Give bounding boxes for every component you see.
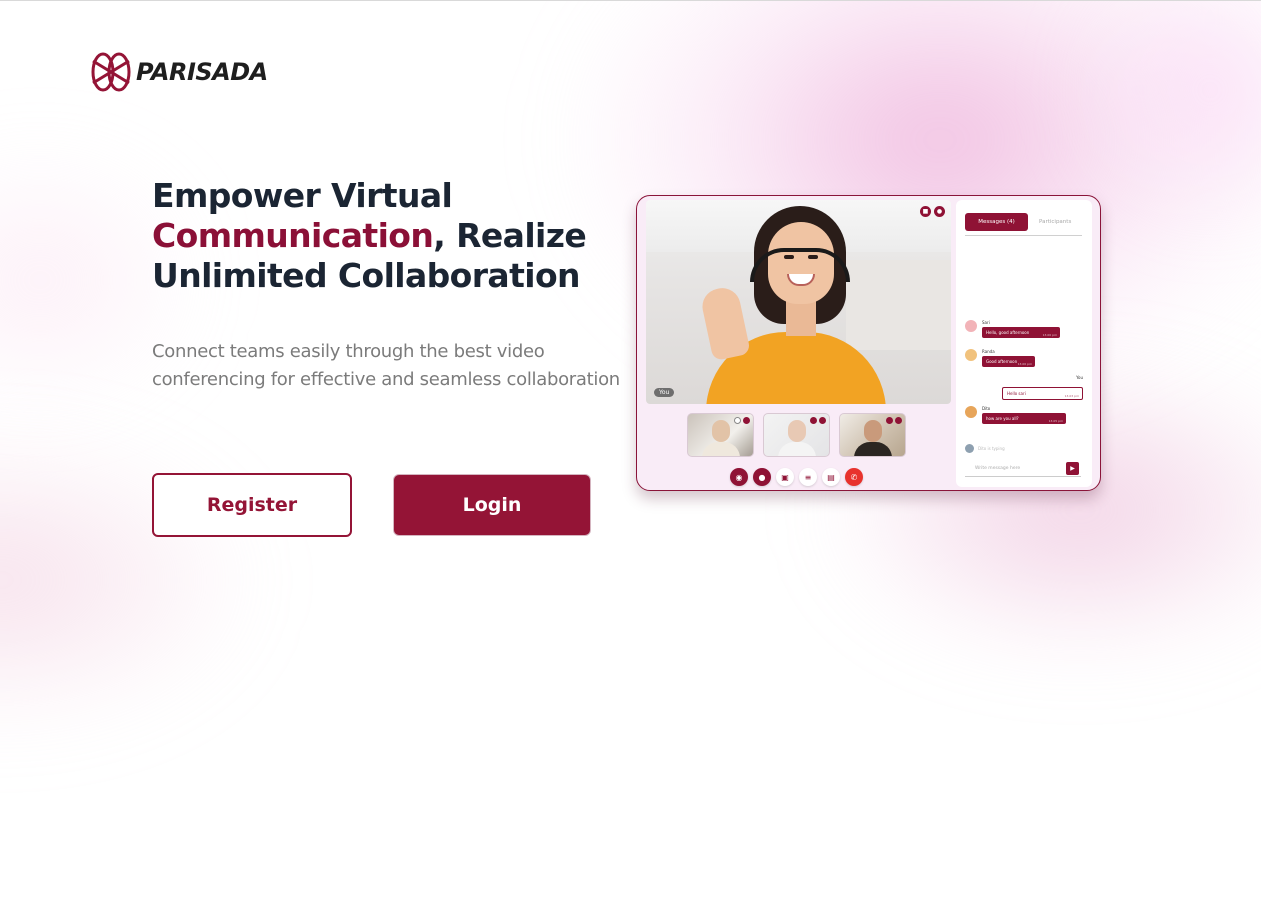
participant-thumbnail — [687, 413, 754, 457]
message-sender: Dito — [982, 406, 991, 411]
tab-messages: Messages (4) — [965, 213, 1028, 231]
chat-panel: Messages (4) Participants Sari Hello, go… — [956, 200, 1092, 487]
hero-subtext: Connect teams easily through the best vi… — [152, 341, 620, 390]
share-screen-icon: ▣ — [776, 468, 794, 486]
participant-thumbnail — [763, 413, 830, 457]
main-video-status-icons: ■ ● — [920, 206, 945, 217]
message-bubble: Hello sari 13.03 pm — [1002, 387, 1083, 400]
message-sender: Randa — [982, 349, 995, 354]
headline-accent: Communication — [152, 216, 434, 255]
message-input: Write message here ▶ — [965, 460, 1081, 477]
message-text: Hello, good afternoon — [986, 330, 1030, 335]
message-time: 13.05 pm — [1048, 419, 1063, 423]
avatar — [965, 349, 977, 361]
camera-icon: ■ — [920, 206, 931, 217]
typing-text: Dito is typing — [978, 446, 1005, 451]
message-sender: Sari — [982, 320, 990, 325]
logo[interactable]: PARISADA — [90, 51, 268, 93]
message-time: 13.00 pm — [1042, 333, 1057, 337]
message-bubble: how are you all? 13.05 pm — [982, 413, 1066, 424]
participant-thumbnail — [839, 413, 906, 457]
message-time: 13.00 pm — [1017, 362, 1032, 366]
message-sender: You — [1076, 375, 1083, 380]
headline-line1: Empower Virtual — [152, 176, 453, 215]
chat-message-outgoing: You Hello sari 13.03 pm — [1001, 375, 1083, 400]
chat-message: Dito how are you all? 13.05 pm — [965, 406, 1066, 424]
headline-line3: Unlimited Collaboration — [152, 256, 581, 295]
send-icon: ▶ — [1066, 462, 1079, 475]
avatar — [965, 320, 977, 332]
call-controls: ◉ ● ▣ ≡ ▤ ✆ — [730, 468, 863, 486]
message-text: Hello sari — [1007, 391, 1026, 396]
participant-thumbnails — [687, 413, 906, 457]
microphone-toggle-icon: ● — [753, 468, 771, 486]
tab-participants: Participants — [1039, 219, 1072, 225]
message-input-placeholder: Write message here — [975, 465, 1021, 471]
microphone-icon: ● — [934, 206, 945, 217]
parisada-logo-icon — [91, 52, 131, 92]
message-bubble: Hello, good afternoon 13.00 pm — [982, 327, 1060, 338]
message-text: how are you all? — [986, 416, 1019, 421]
message-time: 13.03 pm — [1064, 394, 1079, 398]
camera-toggle-icon: ◉ — [730, 468, 748, 486]
chat-icon: ▤ — [822, 468, 840, 486]
end-call-icon: ✆ — [845, 468, 863, 486]
top-border — [0, 0, 1261, 1]
chat-tabs: Messages (4) Participants — [965, 210, 1082, 236]
settings-sliders-icon: ≡ — [799, 468, 817, 486]
avatar — [965, 406, 977, 418]
logo-text: PARISADA — [136, 58, 268, 86]
avatar — [965, 444, 974, 453]
hero-section: Empower Virtual Communication, Realize U… — [152, 176, 622, 394]
headline-rest: , Realize — [433, 216, 587, 255]
app-preview-mockup: ■ ● You ◉ ● ▣ ≡ ▤ ✆ Messages (4) Partici… — [636, 195, 1101, 491]
message-bubble: Good afternoon 13.00 pm — [982, 356, 1035, 367]
main-video-tile: ■ ● You — [646, 200, 951, 404]
chat-message: Sari Hello, good afternoon 13.00 pm — [965, 320, 1060, 338]
chat-message: Randa Good afternoon 13.00 pm — [965, 349, 1035, 367]
you-label: You — [654, 388, 675, 397]
typing-indicator: Dito is typing — [965, 444, 1005, 453]
register-button[interactable]: Register — [152, 473, 352, 537]
headline: Empower Virtual Communication, Realize U… — [152, 176, 622, 296]
login-button[interactable]: Login — [393, 474, 591, 536]
message-text: Good afternoon — [986, 359, 1018, 364]
